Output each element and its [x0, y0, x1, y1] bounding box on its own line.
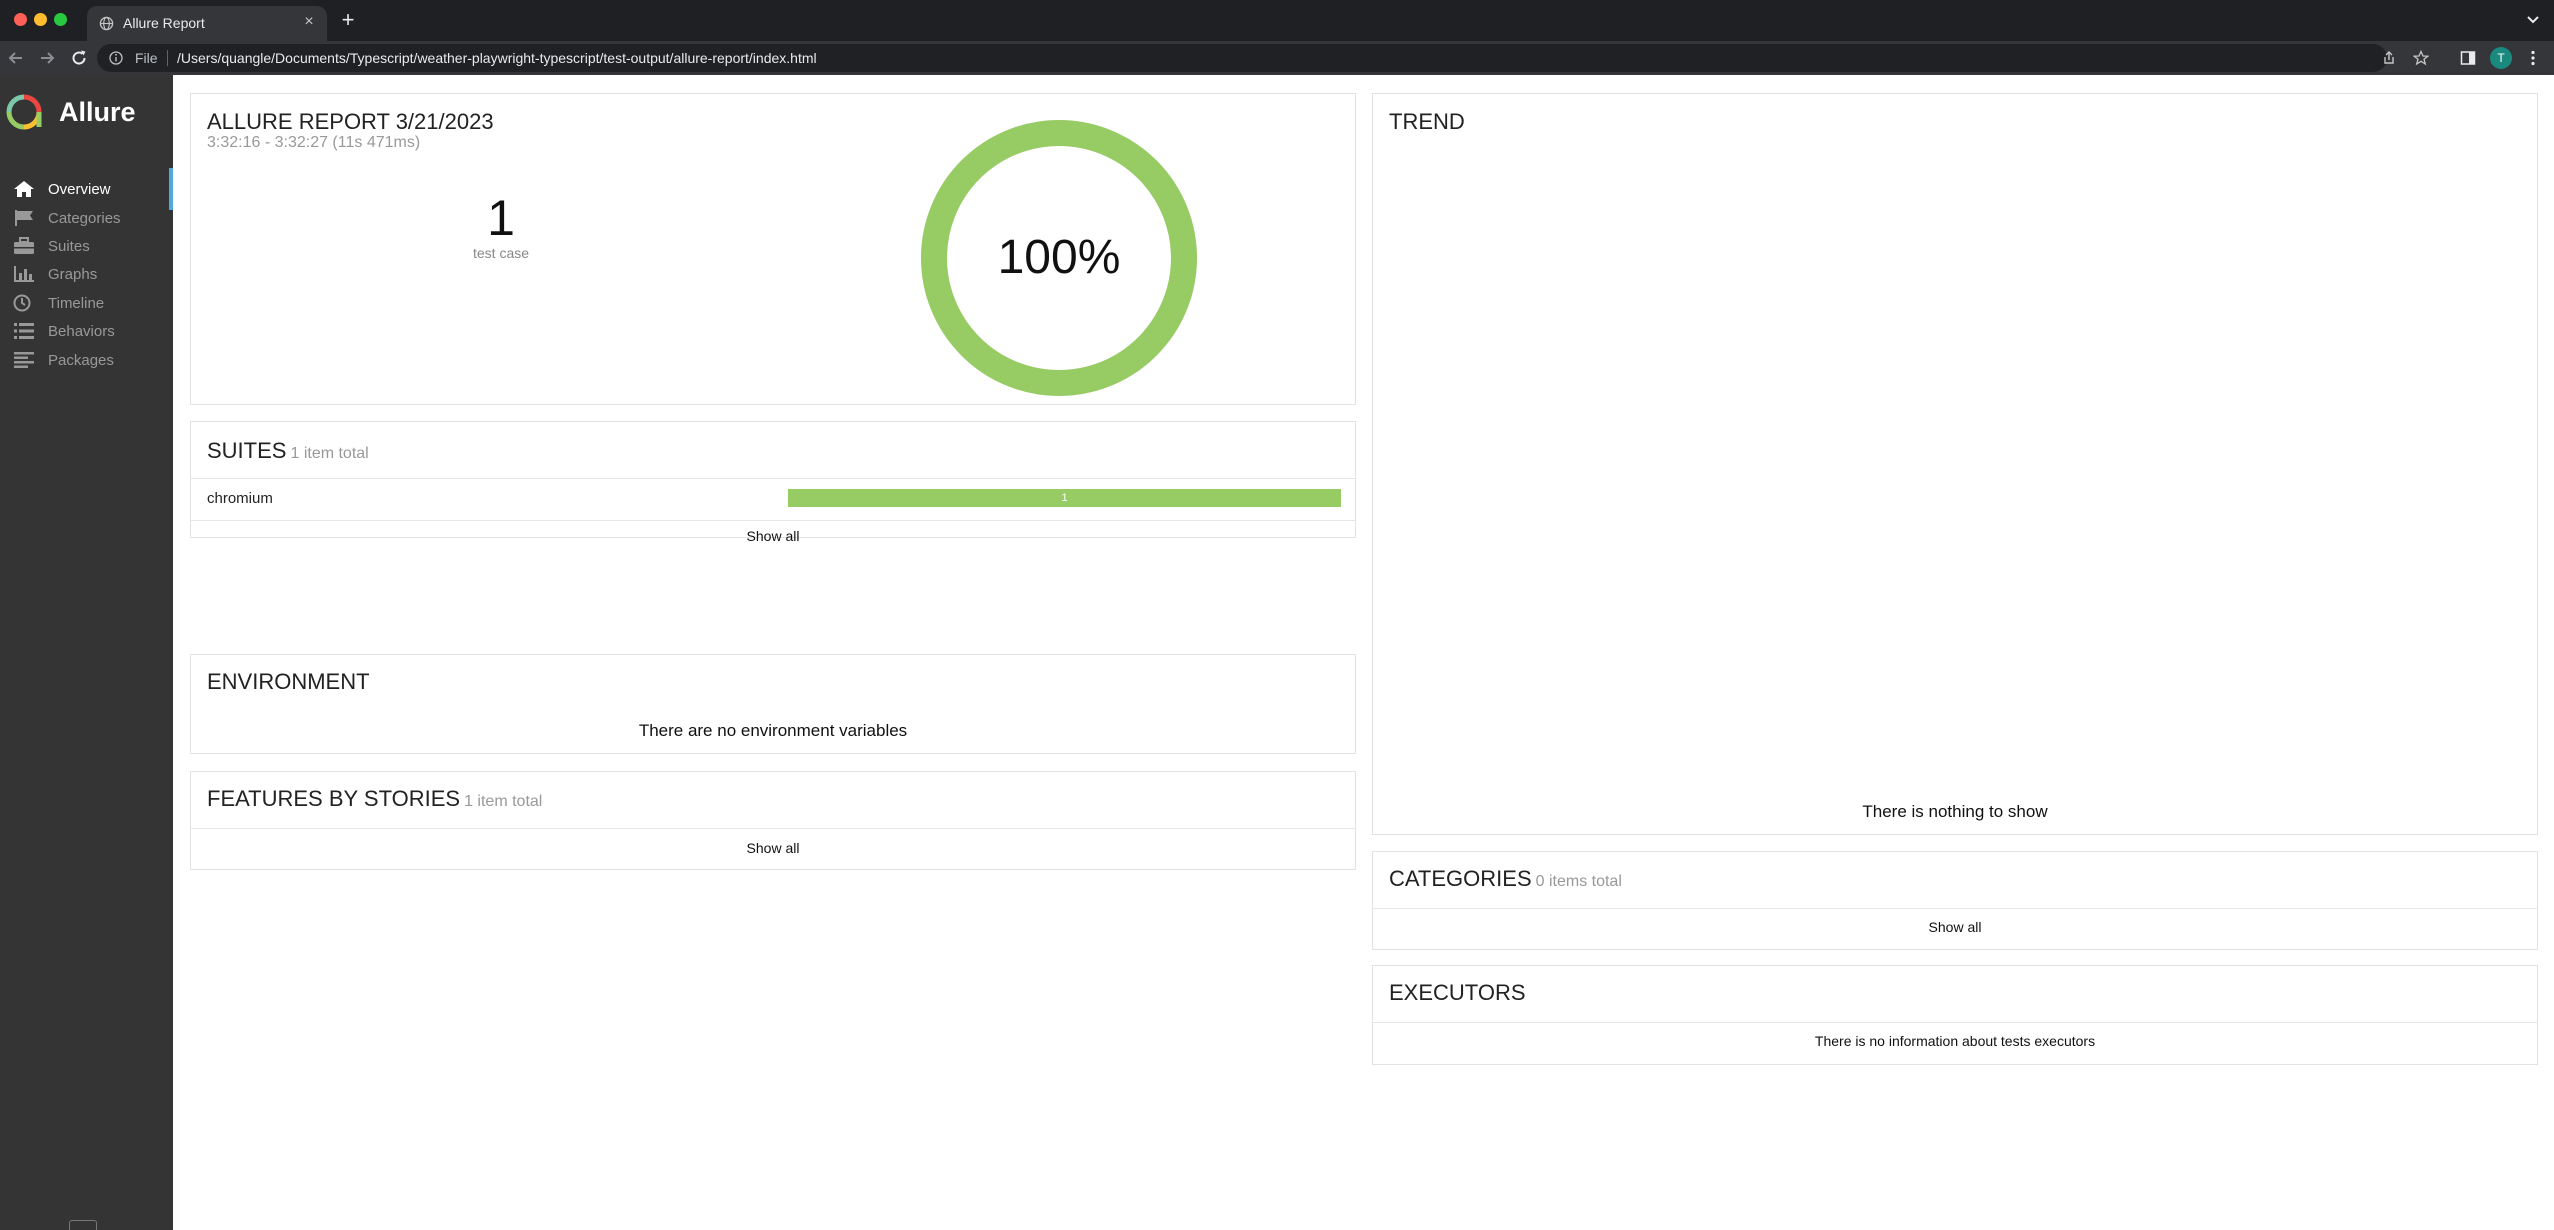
trend-empty-text: There is nothing to show — [1862, 802, 2048, 821]
suite-name[interactable]: chromium — [207, 490, 273, 507]
features-title-text: FEATURES BY STORIES — [207, 786, 461, 811]
address-url[interactable]: /Users/quangle/Documents/Typescript/weat… — [177, 50, 817, 66]
tab-close-icon[interactable]: × — [299, 12, 319, 32]
list-icon — [14, 323, 34, 339]
categories-show-all-link[interactable]: Show all — [1373, 919, 2537, 935]
share-icon[interactable] — [2381, 50, 2397, 66]
trend-title: TREND — [1389, 109, 1465, 134]
new-tab-button[interactable]: + — [336, 9, 360, 33]
sidebar: Allure Overview Categories Suites Graphs… — [0, 75, 173, 1230]
sidebar-item-label: Behaviors — [48, 323, 115, 340]
categories-subtitle: 0 items total — [1535, 873, 1622, 890]
suites-widget: SUITES 1 item total chromium 1 Show all — [190, 421, 1356, 544]
reload-icon[interactable] — [68, 47, 90, 69]
window-minimize-button[interactable] — [34, 13, 47, 26]
sidebar-item-packages[interactable]: Packages — [0, 339, 173, 381]
features-show-all-link[interactable]: Show all — [191, 840, 1355, 856]
info-icon[interactable] — [109, 51, 123, 65]
divider — [191, 478, 1355, 479]
environment-title: ENVIRONMENT — [207, 669, 370, 694]
divider — [191, 828, 1355, 829]
profile-avatar[interactable]: T — [2490, 47, 2512, 69]
allure-app: Allure Overview Categories Suites Graphs… — [0, 75, 2554, 1230]
categories-title: CATEGORIES 0 items total — [1389, 866, 1622, 892]
bookmark-star-icon[interactable] — [2413, 50, 2429, 66]
more-menu-icon[interactable] — [2524, 49, 2542, 67]
environment-empty-text: There are no environment variables — [638, 721, 908, 740]
tab-title: Allure Report — [123, 15, 205, 31]
report-title: ALLURE REPORT 3/21/2023 — [207, 109, 494, 134]
address-bar[interactable]: File /Users/quangle/Documents/Typescript… — [97, 44, 2429, 72]
environment-widget: ENVIRONMENT There are no environment var… — [190, 654, 1356, 754]
test-count-label: test case — [472, 245, 530, 261]
address-scheme: File — [135, 50, 158, 66]
browser-tab-strip: Allure Report × + — [0, 0, 2554, 41]
suite-passed-bar[interactable]: 1 — [788, 489, 1341, 507]
executors-widget: EXECUTORS There is no information about … — [1372, 965, 2538, 1065]
back-arrow-icon[interactable] — [5, 47, 27, 69]
bar-chart-icon — [14, 266, 34, 282]
trend-widget: TREND There is nothing to show — [1372, 93, 2538, 835]
sidebar-item-label: Packages — [48, 352, 114, 369]
divider — [1373, 908, 2537, 909]
divider — [191, 520, 1355, 521]
forward-arrow-icon[interactable] — [36, 47, 58, 69]
report-time-range: 3:32:16 - 3:32:27 (11s 471ms) — [207, 134, 421, 151]
success-rate-label: 100% — [998, 231, 1121, 284]
sidebar-item-label: Graphs — [48, 266, 98, 283]
allure-logo-icon — [6, 94, 42, 130]
window-zoom-button[interactable] — [54, 13, 67, 26]
categories-widget: CATEGORIES 0 items total Show all — [1372, 851, 2538, 950]
address-separator — [167, 50, 168, 66]
executors-title: EXECUTORS — [1389, 980, 1526, 1005]
chevron-down-icon[interactable] — [2524, 11, 2542, 29]
categories-title-text: CATEGORIES — [1389, 866, 1532, 891]
suites-title: SUITES 1 item total — [207, 438, 369, 464]
window-close-button[interactable] — [14, 13, 27, 26]
sidebar-collapse-handle[interactable] — [69, 1220, 97, 1230]
home-icon — [14, 181, 34, 197]
suites-show-all-link[interactable]: Show all — [191, 528, 1355, 544]
test-count: 1 — [487, 190, 515, 246]
features-title: FEATURES BY STORIES 1 item total — [207, 786, 542, 812]
features-by-stories-widget: FEATURES BY STORIES 1 item total Show all — [190, 771, 1356, 870]
features-subtitle: 1 item total — [464, 793, 543, 810]
executors-empty-text: There is no information about tests exec… — [1814, 1033, 2096, 1049]
sidebar-item-label: Overview — [48, 181, 111, 198]
browser-tab-allure-report[interactable]: Allure Report × — [87, 6, 327, 41]
brand[interactable]: Allure — [0, 75, 173, 147]
suites-title-text: SUITES — [207, 438, 287, 463]
side-panel-icon[interactable] — [2460, 50, 2476, 66]
divider — [1373, 1022, 2537, 1023]
browser-toolbar: File /Users/quangle/Documents/Typescript… — [0, 41, 2554, 75]
suites-subtitle: 1 item total — [290, 445, 369, 462]
brand-name: Allure — [59, 97, 136, 127]
success-rate-donut[interactable]: 100% — [921, 120, 1197, 396]
align-left-icon — [14, 352, 34, 368]
globe-icon — [99, 16, 114, 31]
summary-widget: ALLURE REPORT 3/21/2023 3:32:16 - 3:32:2… — [190, 93, 1356, 405]
